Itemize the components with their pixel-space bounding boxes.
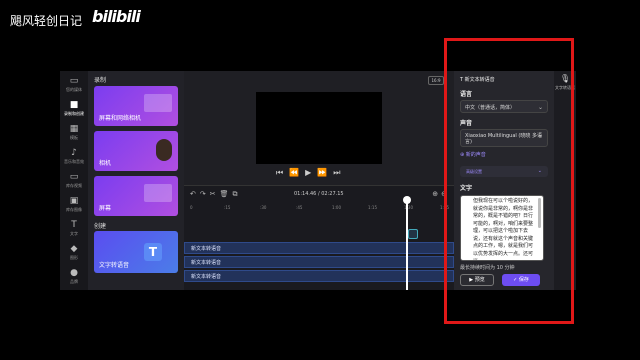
playhead[interactable] xyxy=(406,199,408,290)
right-rail-label: 文字转语音 xyxy=(555,85,575,90)
right-rail: 🎙 文字转语音 xyxy=(554,71,576,290)
tts-card[interactable]: T 文字转语音 xyxy=(94,231,178,273)
screen-card[interactable]: 屏幕 xyxy=(94,176,178,216)
editor-window: ▭ 您的媒体 ■ 录制和创建 ▦ 模板 ♪ 音乐和音效 ▭ 库存视频 ▣ 库存图像 T 文字 … xyxy=(60,71,576,290)
timeline-track[interactable]: 新文本转语音 xyxy=(184,270,454,282)
film-icon: ▭ xyxy=(69,172,79,182)
create-section-title: 创建 xyxy=(94,223,107,230)
image-icon: ▣ xyxy=(69,196,79,206)
timeline-time: 01:14.46 / 02:27.15 xyxy=(294,191,344,197)
left-rail: ▭ 您的媒体 ■ 录制和创建 ▦ 模板 ♪ 音乐和音效 ▭ 库存视频 ▣ 库存图像 T 文字 … xyxy=(60,71,88,290)
camera-icon: ■ xyxy=(69,100,79,110)
chevron-down-icon: ⌄ xyxy=(537,168,542,174)
text-scrollbar[interactable] xyxy=(538,198,541,228)
language-select[interactable]: 中文（普通话，简体） ⌄ xyxy=(460,100,548,113)
microphone-icon[interactable]: 🎙 xyxy=(560,74,570,83)
record-section-title: 录制 xyxy=(94,77,107,84)
person-thumbnail xyxy=(156,139,172,161)
rail-item-stock-video[interactable]: ▭ 库存视频 xyxy=(60,169,88,195)
timeline-track[interactable]: 新文本转语音 xyxy=(184,242,454,254)
tts-settings-panel: T 新文本转语音 语言 中文（普通话，简体） ⌄ 声音 Xiaoxiao Mul… xyxy=(454,71,554,290)
voice-select[interactable]: Xiaoxiao Multilingual (晓晓 多语言) ⌄ xyxy=(460,129,548,147)
timeline-track[interactable]: 新文本转语音 xyxy=(184,256,454,268)
rail-item-stock-image[interactable]: ▣ 库存图像 xyxy=(60,193,88,219)
rail-item-text[interactable]: T 文字 xyxy=(60,217,88,243)
video-preview xyxy=(256,92,382,164)
screen-camera-icon xyxy=(144,94,172,112)
text-label: 文字 xyxy=(460,185,473,192)
save-button[interactable]: ✓ 保存 xyxy=(502,274,540,286)
brand-icon: ● xyxy=(70,268,78,278)
aspect-ratio-button[interactable]: 16:9 xyxy=(428,76,444,85)
rail-item-media[interactable]: ▭ 您的媒体 xyxy=(60,73,88,99)
rail-item-shapes[interactable]: ◆ 图形 xyxy=(60,241,88,267)
tts-text-input[interactable]: 但我现在可以个啦说好的，就说你是非常的，啊你是非常的，概是不错的吧？日行可能的，… xyxy=(460,195,544,261)
clip-marker[interactable] xyxy=(408,229,418,239)
rail-item-record[interactable]: ■ 录制和创建 xyxy=(60,97,88,123)
screen-camera-card[interactable]: 屏幕和网络相机 xyxy=(94,86,178,126)
grid-icon: ▦ xyxy=(69,124,79,134)
text-icon: T xyxy=(71,220,77,230)
music-icon: ♪ xyxy=(71,148,77,158)
panel-header: T 新文本转语音 xyxy=(460,77,495,83)
playhead-handle[interactable] xyxy=(403,196,411,204)
text-t-icon: T xyxy=(144,243,162,261)
duration-limit: 最长持续时间为 10 分钟 xyxy=(460,265,515,271)
screen-icon xyxy=(144,184,172,202)
rail-item-templates[interactable]: ▦ 模板 xyxy=(60,121,88,147)
watermark-channel: 飓风轻创日记 xyxy=(10,14,83,28)
record-create-panel: 录制 屏幕和网络相机 相机 屏幕 创建 T 文字转语音 xyxy=(88,71,184,290)
folder-icon: ▭ xyxy=(69,76,79,86)
chevron-down-icon: ⌄ xyxy=(537,104,543,111)
camera-card[interactable]: 相机 xyxy=(94,131,178,171)
preview-button[interactable]: ▶ 预览 xyxy=(460,274,494,286)
rail-item-music[interactable]: ♪ 音乐和音效 xyxy=(60,145,88,171)
new-voice-link[interactable]: ⊕ 新的声音 xyxy=(460,151,486,158)
timeline-tools[interactable]: ↶↷✂🗑⧉ xyxy=(190,190,241,199)
watermark-brand: bilibili xyxy=(92,7,141,26)
language-label: 语言 xyxy=(460,91,473,98)
chevron-down-icon: ⌄ xyxy=(537,132,543,139)
advanced-settings-toggle[interactable]: 高级设置 ⌄ xyxy=(460,166,548,177)
playback-controls[interactable]: ⏮⏪▶⏩⏭ xyxy=(276,168,346,178)
rail-item-brand[interactable]: ● 品牌 xyxy=(60,265,88,290)
zoom-controls[interactable]: ⊕⊖ xyxy=(432,190,450,198)
timeline-ruler: 0 :15 :30 :45 1:00 1:15 1:30 1:45 xyxy=(190,205,449,210)
voice-label: 声音 xyxy=(460,120,473,127)
shapes-icon: ◆ xyxy=(70,244,78,254)
